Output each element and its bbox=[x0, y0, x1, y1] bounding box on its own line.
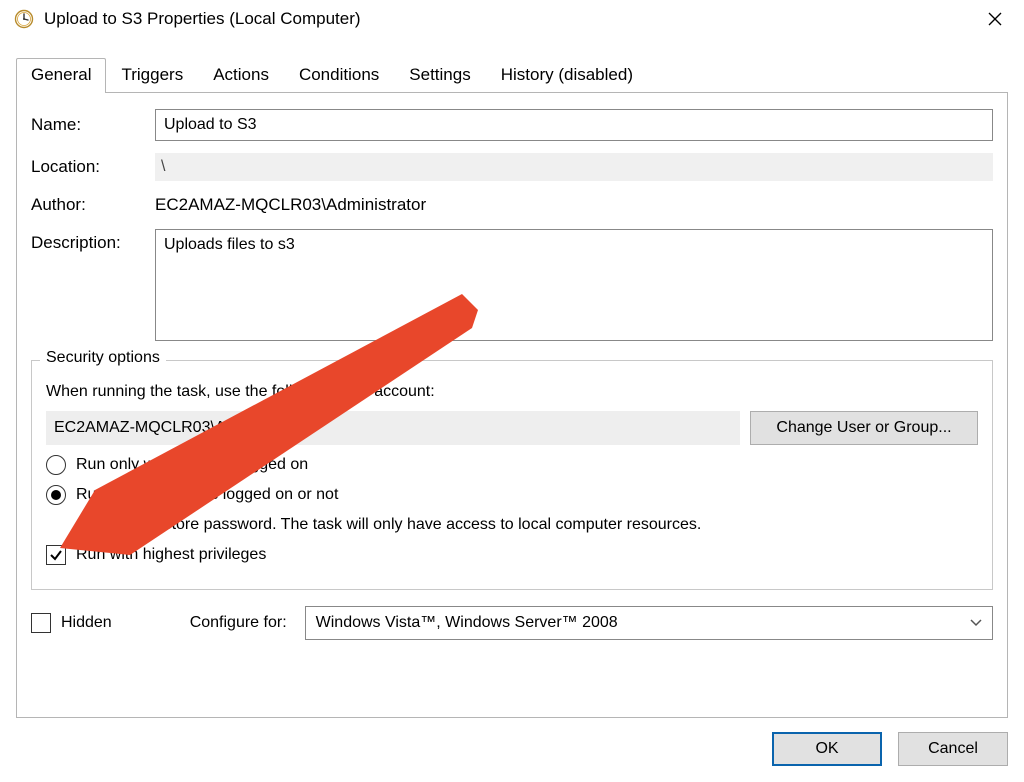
radio-run-only-logged-on[interactable]: Run only when user is logged on bbox=[46, 455, 978, 475]
tabstrip: General Triggers Actions Conditions Sett… bbox=[0, 38, 1024, 93]
tab-content-general: Name: Location: \ Author: EC2AMAZ-MQCLR0… bbox=[16, 93, 1008, 718]
row-name: Name: bbox=[31, 109, 993, 141]
location-label: Location: bbox=[31, 157, 155, 177]
radio-run-whether-label: Run whether user is logged on or not bbox=[76, 486, 338, 504]
change-user-button[interactable]: Change User or Group... bbox=[750, 411, 978, 445]
configure-for-select[interactable]: Windows Vista™, Windows Server™ 2008 bbox=[305, 606, 993, 640]
checkbox-hidden[interactable]: Hidden bbox=[31, 613, 112, 633]
radio-run-only-label: Run only when user is logged on bbox=[76, 456, 308, 474]
description-input[interactable] bbox=[155, 229, 993, 341]
configure-for-value: Windows Vista™, Windows Server™ 2008 bbox=[316, 614, 618, 632]
radio-run-whether[interactable]: Run whether user is logged on or not bbox=[46, 485, 978, 505]
dialog-buttons: OK Cancel bbox=[0, 718, 1024, 782]
checkbox-highest-privileges[interactable]: Run with highest privileges bbox=[46, 545, 978, 565]
checkbox-icon bbox=[82, 515, 102, 535]
radio-icon-selected bbox=[46, 485, 66, 505]
tab-conditions-label: Conditions bbox=[299, 65, 379, 84]
tab-triggers-label: Triggers bbox=[121, 65, 183, 84]
tab-triggers[interactable]: Triggers bbox=[106, 58, 198, 93]
tab-general-label: General bbox=[31, 65, 91, 84]
name-label: Name: bbox=[31, 115, 155, 135]
location-value: \ bbox=[155, 153, 993, 181]
close-button[interactable] bbox=[972, 3, 1018, 35]
ok-button[interactable]: OK bbox=[772, 732, 882, 766]
ok-label: OK bbox=[815, 740, 838, 758]
row-description: Description: bbox=[31, 229, 993, 346]
tab-history-label: History (disabled) bbox=[501, 65, 633, 84]
radio-icon bbox=[46, 455, 66, 475]
when-running-text: When running the task, use the following… bbox=[46, 383, 978, 401]
author-label: Author: bbox=[31, 195, 155, 215]
do-not-store-label: Do not store password. The task will onl… bbox=[112, 516, 701, 534]
row-location: Location: \ bbox=[31, 153, 993, 181]
tab-general[interactable]: General bbox=[16, 58, 106, 93]
author-value: EC2AMAZ-MQCLR03\Administrator bbox=[155, 193, 993, 217]
user-account-field: EC2AMAZ-MQCLR03\Administrator bbox=[46, 411, 740, 445]
account-row: EC2AMAZ-MQCLR03\Administrator Change Use… bbox=[46, 411, 978, 445]
description-label: Description: bbox=[31, 229, 155, 253]
dialog-window: Upload to S3 Properties (Local Computer)… bbox=[0, 0, 1024, 782]
name-input[interactable] bbox=[155, 109, 993, 141]
change-user-label: Change User or Group... bbox=[776, 419, 951, 437]
task-scheduler-icon bbox=[14, 9, 34, 29]
close-icon bbox=[988, 12, 1002, 26]
hidden-label: Hidden bbox=[61, 614, 112, 632]
tab-actions-label: Actions bbox=[213, 65, 269, 84]
footer-row: Hidden Configure for: Windows Vista™, Wi… bbox=[31, 606, 993, 640]
tab-settings-label: Settings bbox=[409, 65, 470, 84]
tab-actions[interactable]: Actions bbox=[198, 58, 284, 93]
titlebar: Upload to S3 Properties (Local Computer) bbox=[0, 0, 1024, 38]
tab-history[interactable]: History (disabled) bbox=[486, 58, 648, 93]
window-title: Upload to S3 Properties (Local Computer) bbox=[44, 9, 972, 29]
checkbox-do-not-store-password[interactable]: Do not store password. The task will onl… bbox=[82, 515, 978, 535]
highest-priv-label: Run with highest privileges bbox=[76, 546, 266, 564]
cancel-label: Cancel bbox=[928, 740, 978, 758]
security-options-group: Security options When running the task, … bbox=[31, 360, 993, 590]
security-options-legend: Security options bbox=[40, 349, 166, 367]
chevron-down-icon bbox=[970, 616, 982, 630]
checkbox-icon-checked bbox=[46, 545, 66, 565]
tab-settings[interactable]: Settings bbox=[394, 58, 485, 93]
tab-conditions[interactable]: Conditions bbox=[284, 58, 394, 93]
checkbox-icon bbox=[31, 613, 51, 633]
cancel-button[interactable]: Cancel bbox=[898, 732, 1008, 766]
configure-for-label: Configure for: bbox=[190, 614, 287, 632]
row-author: Author: EC2AMAZ-MQCLR03\Administrator bbox=[31, 193, 993, 217]
